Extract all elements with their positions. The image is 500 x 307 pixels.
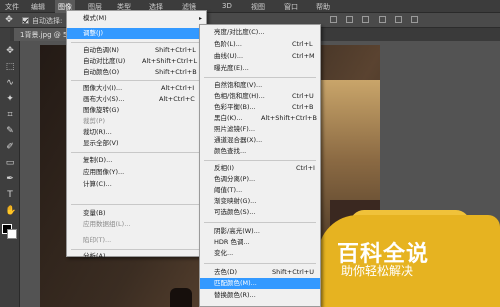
menu-item-apply-image[interactable]: 应用图像(Y)... [67, 167, 206, 178]
align-right-icon[interactable] [362, 16, 370, 23]
menu-item-photo-filter[interactable]: 照片滤镜(F)... [200, 124, 320, 135]
move-icon[interactable]: ✥ [5, 46, 15, 56]
menu-item-auto-color[interactable]: 自动颜色(O) Shift+Ctrl+B [67, 67, 206, 78]
menu-item-match-color[interactable]: 匹配颜色(M)... [200, 278, 320, 289]
menu-item-image-rotate[interactable]: 图像旋转(G)▸ [67, 105, 206, 116]
marquee-icon[interactable]: ⬚ [5, 62, 15, 72]
menu-separator [204, 263, 316, 264]
menu-item-desaturate[interactable]: 去色(D) Shift+Ctrl+U [200, 267, 320, 278]
menu-item-trap: 陷印(T)... [83, 236, 112, 244]
menu-separator [71, 42, 202, 43]
magic-wand-icon[interactable]: ✦ [5, 94, 15, 104]
watermark-subtitle: 助你轻松解决 [341, 264, 414, 278]
menu-item-hdr-toning[interactable]: HDR 色调... [200, 237, 320, 248]
menu-item-color-lookup[interactable]: 颜色查找... [200, 146, 320, 157]
photo-person [170, 288, 192, 307]
menu-item-crop: 裁剪(P) [83, 117, 105, 125]
menu-item-vibrance[interactable]: 自然饱和度(V)... [200, 80, 320, 91]
menu-item-duplicate[interactable]: 复制(D)... [67, 155, 206, 166]
adjustments-submenu: 亮度/对比度(C)... 色阶(L)... Ctrl+L 曲线(U)... Ctrl… [199, 24, 321, 307]
auto-select-label: 自动选择: [32, 17, 63, 25]
lasso-icon[interactable]: ∿ [5, 78, 15, 88]
menu-separator [71, 80, 202, 81]
menu-item-channel-mixer[interactable]: 通道混合器(X)... [200, 135, 320, 146]
menu-item-threshold[interactable]: 阈值(T)... [200, 185, 320, 196]
menu-item-trim[interactable]: 裁切(R)... [67, 127, 206, 138]
menu-item-variations[interactable]: 变化... [200, 248, 320, 259]
auto-select-checkbox[interactable] [22, 17, 29, 24]
align-icons [330, 16, 500, 25]
background-color-swatch[interactable] [7, 229, 17, 239]
image-menu: 模式(M)▸ 调整(J)▸ 自动色调(N)Shift+Ctrl+L 自动对比度(… [66, 10, 207, 260]
menu-item-analysis[interactable]: 分析(A)▸ [67, 251, 206, 262]
menu-separator [204, 222, 316, 223]
menu-item-shadows-highlights[interactable]: 阴影/高光(W)... [200, 226, 320, 237]
menu-edit[interactable]: 编辑 [31, 2, 45, 12]
menu-item-selective-color[interactable]: 可选颜色(S)... [200, 207, 320, 218]
align-middle-icon[interactable] [394, 16, 402, 23]
align-bottom-icon[interactable] [411, 16, 419, 23]
text-tool-icon[interactable]: T [5, 190, 15, 200]
menu-3d[interactable]: 3D [222, 2, 232, 10]
menu-help[interactable]: 帮助 [316, 2, 330, 12]
hand-icon[interactable]: ✋ [5, 206, 16, 216]
menu-item-curves[interactable]: 曲线(U)... Ctrl+M [200, 51, 320, 62]
menu-item-apply-data-set: 应用数据组(L)... [83, 220, 131, 228]
menu-item-variables[interactable]: 变量(B)▸ [67, 208, 206, 219]
move-tool-icon: ✥ [5, 15, 13, 25]
menu-file[interactable]: 文件 [5, 2, 19, 12]
menu-separator [71, 152, 202, 153]
menu-window[interactable]: 窗口 [284, 2, 298, 12]
menu-item-reveal-all[interactable]: 显示全部(V) [67, 138, 206, 149]
menu-item-color-balance[interactable]: 色彩平衡(B)... Ctrl+B [200, 102, 320, 113]
menu-item-replace-color[interactable]: 替换颜色(R)... [200, 290, 320, 301]
menu-item-canvas-size[interactable]: 画布大小(S)... Alt+Ctrl+C [67, 94, 206, 105]
align-top-icon[interactable] [378, 16, 386, 23]
menu-item-mode[interactable]: 模式(M) ▸ [67, 13, 206, 24]
menu-separator [204, 160, 316, 161]
eraser-icon[interactable]: ▭ [5, 158, 15, 168]
menu-item-image-size[interactable]: 图像大小(I)... Alt+Ctrl+I [67, 83, 206, 94]
menu-item-invert[interactable]: 反相(I) Ctrl+I [200, 163, 320, 174]
menu-item-exposure[interactable]: 曝光度(E)... [200, 63, 320, 74]
menu-item-hue-saturation[interactable]: 色相/饱和度(H)... Ctrl+U [200, 91, 320, 102]
pen-icon[interactable]: ✒ [5, 174, 15, 184]
brush-icon[interactable]: ✐ [5, 142, 15, 152]
align-left-icon[interactable] [330, 16, 337, 23]
menu-separator [71, 249, 202, 250]
menu-item-posterize[interactable]: 色调分离(P)... [200, 174, 320, 185]
menu-item-auto-contrast[interactable]: 自动对比度(U) Alt+Shift+Ctrl+L [67, 56, 206, 67]
menu-item-black-white[interactable]: 黑白(K)... Alt+Shift+Ctrl+B [200, 113, 320, 124]
menu-item-levels[interactable]: 色阶(L)... Ctrl+L [200, 39, 320, 50]
align-center-icon[interactable] [346, 16, 354, 23]
menu-item-adjust[interactable]: 调整(J)▸ [67, 28, 206, 39]
menu-item-calculations[interactable]: 计算(C)... [67, 179, 206, 190]
crop-icon[interactable]: ⌗ [5, 110, 15, 120]
menu-item-brightness-contrast[interactable]: 亮度/对比度(C)... [200, 27, 320, 38]
tools-panel: ✥ ⬚ ∿ ✦ ⌗ ✎ ✐ ▭ ✒ T ✋ [0, 28, 20, 307]
eyedropper-icon[interactable]: ✎ [5, 126, 15, 136]
menu-view[interactable]: 视图 [251, 2, 265, 12]
menu-item-gradient-map[interactable]: 渐变映射(G)... [200, 196, 320, 207]
menu-item-auto-tone[interactable]: 自动色调(N) Shift+Ctrl+L [67, 45, 206, 56]
menu-separator [71, 204, 202, 205]
menu-separator [204, 77, 316, 78]
